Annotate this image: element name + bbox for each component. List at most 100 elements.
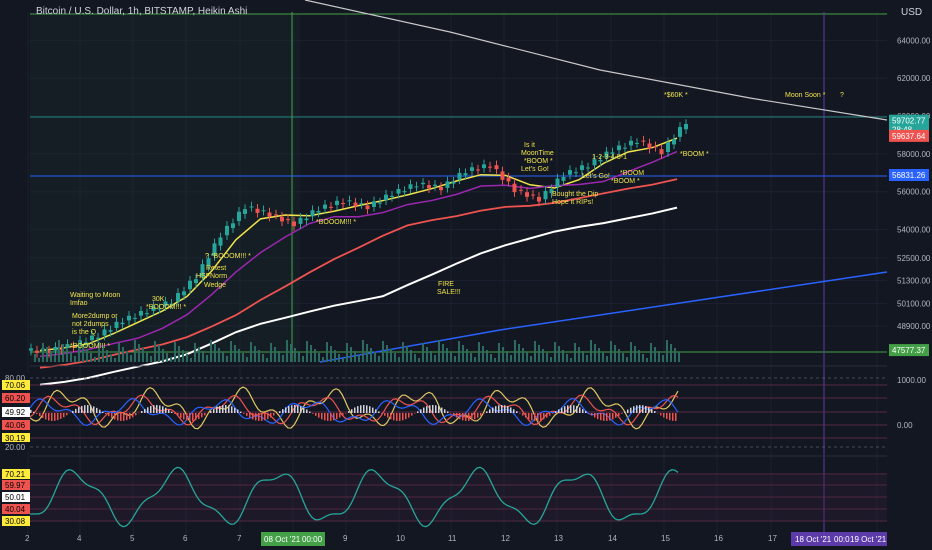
histogram-bar [243,413,245,414]
volume-bar [154,341,156,362]
histogram-bar [300,406,302,413]
volume-bar [502,347,504,362]
histogram-bar [513,409,515,413]
candle-body [519,189,523,191]
volume-bar [238,349,240,362]
candle-body [653,146,658,148]
candle-body [139,311,143,316]
histogram-bar [348,411,350,413]
annotation-text: *BOOOM!!! * [316,219,356,226]
volume-bar [462,345,464,362]
histogram-bar [468,413,470,421]
volume-bar [554,342,556,362]
volume-bar [110,354,112,362]
histogram-bar [303,407,305,413]
volume-bar [370,348,372,362]
histogram-bar [312,413,314,414]
histogram-bar [132,413,134,418]
stoch-tick-label: 30.08 [5,517,26,526]
annotation-text: 1-2-3-4-5-1 [592,154,627,161]
candle-body [555,178,560,187]
candle-body [617,145,621,151]
histogram-bar [417,411,419,413]
histogram-bar [264,413,266,421]
candle-body [218,237,223,246]
histogram-bar [621,413,623,414]
symbol-header[interactable]: Bitcoin / U.S. Dollar, 1h, BITSTAMP, Hei… [36,6,247,17]
histogram-bar [357,406,359,413]
candle-body [280,216,284,222]
histogram-bar [477,413,479,418]
rsi-tick-label: 49.92 [5,408,26,417]
time-tick-label: 13 [554,534,563,543]
histogram-bar [240,411,242,413]
histogram-bar [75,408,77,413]
histogram-bar [237,409,239,413]
candle-body [457,172,462,180]
histogram-bar [609,413,611,421]
annotation-text: FIRE [438,281,454,288]
volume-bar [54,355,56,362]
histogram-bar [465,413,467,421]
volume-bar [130,355,132,362]
volume-bar [534,341,536,362]
stoch-band [30,474,887,521]
histogram-bar [549,413,551,416]
histogram-bar [651,409,653,413]
price-tick-label: 52500.00 [897,254,931,263]
volume-bar [158,345,160,362]
time-tick-label: 10 [396,534,405,543]
volume-bar [514,340,516,362]
volume-bar [254,346,256,362]
candle-body [65,344,70,348]
volume-bar [74,356,76,362]
histogram-bar [579,407,581,413]
time-tick-label: 11 [448,534,457,543]
currency-badge[interactable]: USD [889,5,929,21]
price-tick-label: 50100.00 [897,299,931,308]
histogram-bar [45,413,47,420]
candle-body [580,165,584,170]
candle-body [286,219,290,221]
histogram-bar [438,406,440,413]
histogram-bar [528,413,530,420]
histogram-bar [39,413,41,417]
annotation-text: Let's Go! [582,173,610,180]
histogram-bar [381,413,383,414]
histogram-bar [540,413,542,421]
volume-bar [518,344,520,362]
histogram-bar [351,409,353,413]
histogram-bar [252,413,254,420]
histogram-bar [498,405,500,413]
volume-bar [66,348,68,362]
rsi-tick-label: 60.20 [5,394,26,403]
histogram-bar [366,405,368,413]
price-tick-label: 62000.00 [897,74,931,83]
chart-canvas[interactable]: Waiting to MoonImfao More2dump ornot 2dum… [0,0,932,550]
candle-body [408,184,413,189]
volume-bar [614,345,616,362]
histogram-bar [555,411,557,413]
volume-bar [410,350,412,362]
histogram-bar [129,413,131,419]
histogram-bar [585,411,587,413]
histogram-bar [462,413,464,421]
annotation-text: MoonTime [521,150,554,157]
candle-body [396,188,401,194]
annotation-text: *BOOM * [524,158,553,165]
volume-bar [214,344,216,362]
histogram-bar [144,408,146,413]
volume-bar [566,354,568,362]
histogram-bar [84,405,86,413]
histogram-bar [123,413,125,421]
histogram-bar [648,407,650,413]
histogram-bar [369,406,371,413]
histogram-bar [486,411,488,413]
histogram-bar [57,413,59,421]
histogram-bar [639,405,641,413]
volume-bar [582,351,584,362]
histogram-bar [441,407,443,413]
annotation-text: Let's Go! [521,166,549,173]
volume-bar [478,342,480,362]
candle-body [672,139,676,145]
